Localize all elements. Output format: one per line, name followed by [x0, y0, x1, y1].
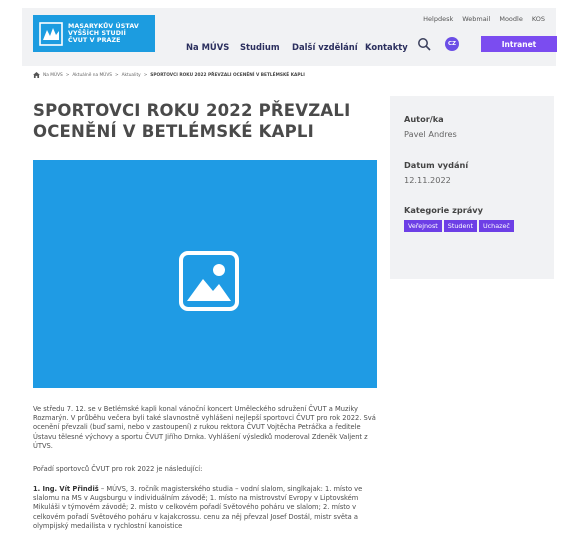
utility-links: Helpdesk Webmail Moodle KOS [423, 15, 545, 23]
publish-date: 12.11.2022 [404, 175, 451, 185]
breadcrumb: Na MÚVS > Aktuálně na MÚVS > Aktuality >… [33, 72, 305, 78]
nav-item-na-muvs[interactable]: Na MÚVS [186, 42, 229, 52]
link-webmail[interactable]: Webmail [462, 15, 490, 23]
logo-line-3: ČVUT V PRAZE [68, 37, 121, 45]
breadcrumb-item[interactable]: Aktuálně na MÚVS [72, 73, 112, 78]
date-label: Datum vydání [404, 160, 469, 170]
article-paragraph: Ve středu 7. 12. se v Betlémské kapli ko… [33, 405, 376, 450]
logo-line-1: MASARYKŮV ÚSTAV [68, 22, 139, 30]
language-switch-button[interactable]: CZ [445, 37, 459, 51]
breadcrumb-item[interactable]: Na MÚVS [43, 73, 63, 78]
site-header: MASARYKŮV ÚSTAV VYŠŠÍCH STUDIÍ ČVUT V PR… [22, 8, 557, 66]
breadcrumb-item[interactable]: Aktuality [122, 73, 141, 78]
tag-uchazec[interactable]: Uchazeč [478, 220, 514, 232]
link-kos[interactable]: KOS [532, 15, 545, 23]
article-paragraph: Pořadí sportovců ČVUT pro rok 2022 je ná… [33, 465, 203, 473]
category-tags: Veřejnost Student Uchazeč [404, 220, 514, 232]
image-placeholder-icon [179, 251, 239, 311]
site-logo[interactable]: MASARYKŮV ÚSTAV VYŠŠÍCH STUDIÍ ČVUT V PR… [33, 15, 155, 52]
breadcrumb-separator: > [114, 72, 119, 78]
link-helpdesk[interactable]: Helpdesk [423, 15, 453, 23]
tag-verejnost[interactable]: Veřejnost [404, 220, 442, 232]
intranet-button[interactable]: Intranet [481, 36, 557, 52]
nav-item-dalsi-vzdelani[interactable]: Další vzdělání [292, 42, 358, 52]
page-title-line-2: OCENĚNÍ V BETLÉMSKÉ KAPLI [33, 122, 314, 141]
page-title: SPORTOVCI ROKU 2022 PŘEVZALI OCENĚNÍ V B… [33, 100, 363, 142]
breadcrumb-current: SPORTOVCI ROKU 2022 PŘEVZALI OCENĚNÍ V B… [150, 72, 305, 78]
tag-student[interactable]: Student [443, 220, 477, 232]
lion-emblem-icon [39, 21, 63, 46]
category-label: Kategorie zprávy [404, 205, 483, 215]
author-label: Autor/ka [404, 114, 444, 124]
article-meta-sidebar: Autor/ka Pavel Andres Datum vydání 12.11… [390, 96, 554, 279]
athlete-name: 1. Ing. Vít Přindiš [33, 485, 99, 493]
search-icon[interactable] [417, 37, 431, 51]
article-paragraph: 1. Ing. Vít Přindiš – MÚVS, 3. ročník ma… [33, 485, 378, 531]
home-icon[interactable] [33, 72, 40, 78]
link-moodle[interactable]: Moodle [499, 15, 523, 23]
page-title-line-1: SPORTOVCI ROKU 2022 PŘEVZALI [33, 101, 351, 120]
breadcrumb-separator: > [143, 72, 148, 78]
author-name: Pavel Andres [404, 129, 457, 139]
breadcrumb-separator: > [65, 72, 70, 78]
nav-item-studium[interactable]: Studium [240, 42, 280, 52]
nav-item-kontakty[interactable]: Kontakty [365, 42, 408, 52]
article-image-placeholder [33, 160, 377, 388]
